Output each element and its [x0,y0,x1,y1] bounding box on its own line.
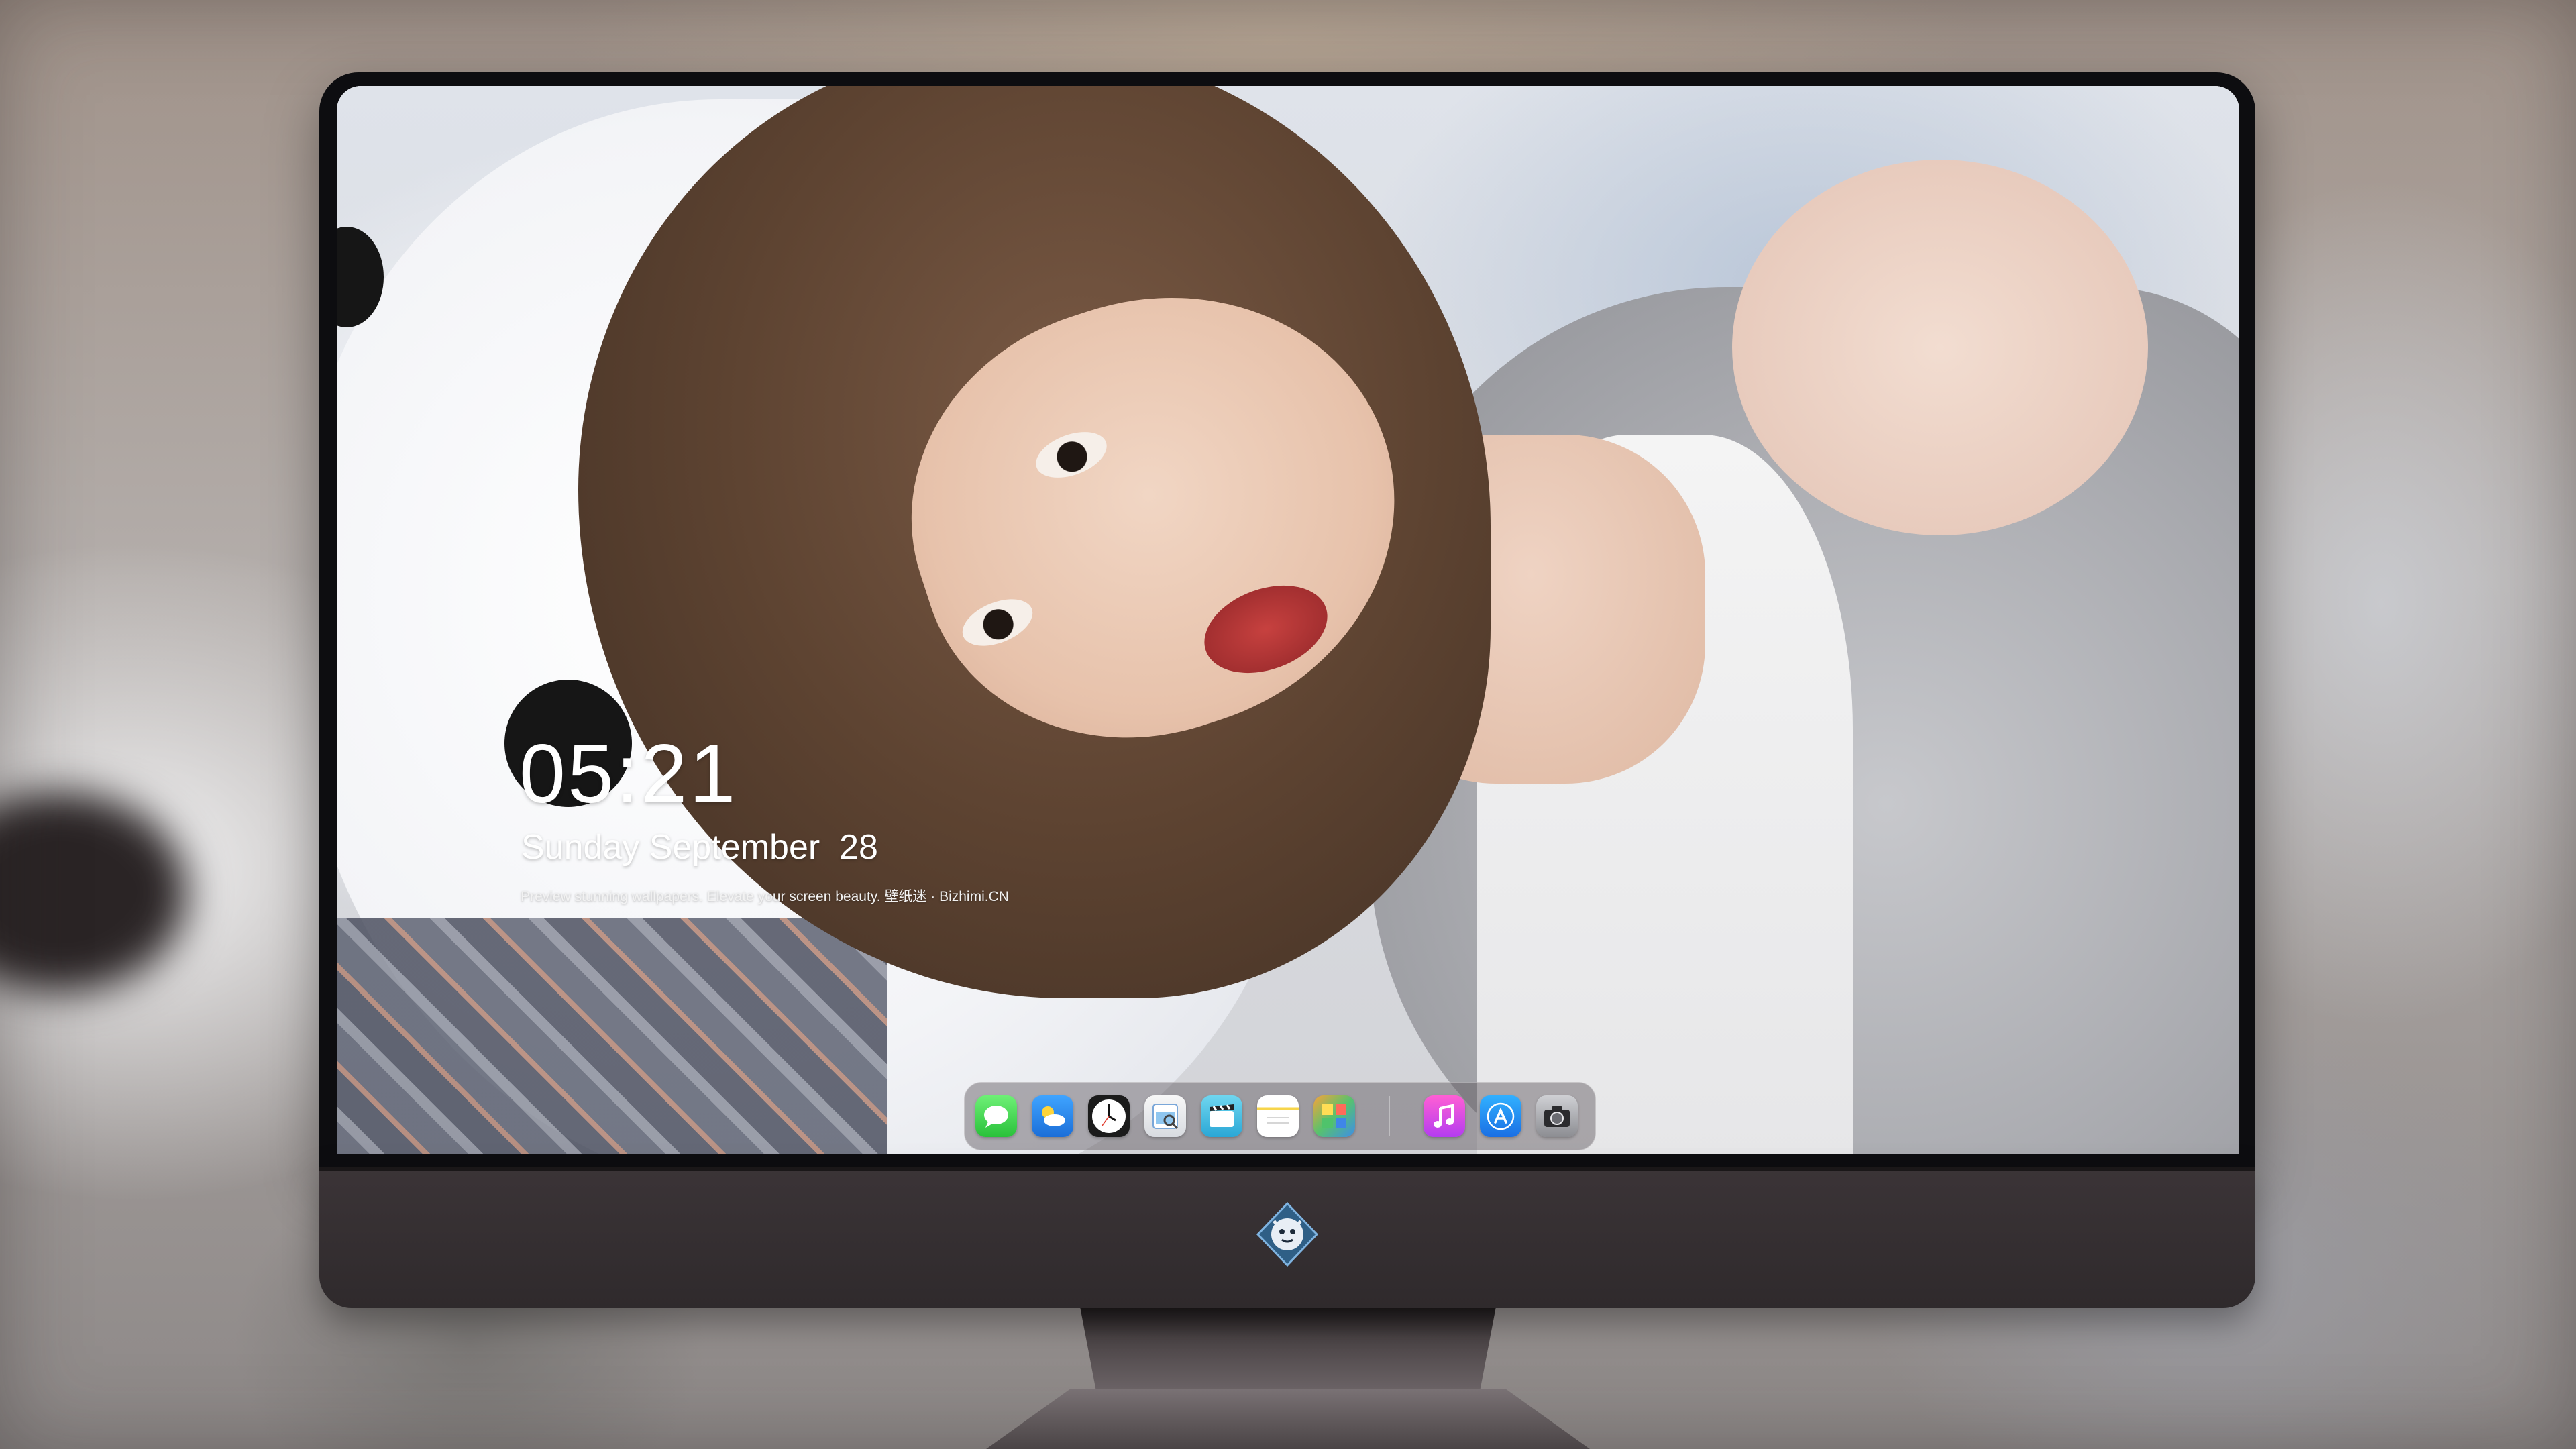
lock-screen-time: 05:21 [519,728,738,820]
wallpaper-blanket [337,918,887,1154]
monitor-screen: 05:21 Sunday September 28 Preview stunni… [337,86,2239,1154]
lock-screen-date: Sunday September 28 [521,828,878,867]
notes-icon[interactable] [1257,1095,1299,1137]
monitor-stand-neck [1080,1307,1496,1394]
dock-separator [1389,1096,1390,1136]
clips-icon[interactable] [1201,1095,1242,1137]
scene: 05:21 Sunday September 28 Preview stunni… [0,0,2576,1449]
messages-icon[interactable] [975,1095,1017,1137]
app-store-icon[interactable] [1480,1095,1521,1137]
chin-edge [319,1167,2255,1171]
dock [964,1082,1596,1150]
wallpaper-shoulder [1732,160,2148,535]
preview-icon[interactable] [1144,1095,1186,1137]
music-icon[interactable] [1424,1095,1465,1137]
clock-icon[interactable] [1088,1095,1130,1137]
camera-icon[interactable] [1536,1095,1578,1137]
photos-icon[interactable] [1313,1095,1355,1137]
brand-logo-icon [1254,1201,1321,1268]
weather-icon[interactable] [1032,1095,1073,1137]
monitor-stand-base [986,1389,1590,1449]
lock-screen-tagline: Preview stunning wallpapers. Elevate you… [521,889,1009,904]
